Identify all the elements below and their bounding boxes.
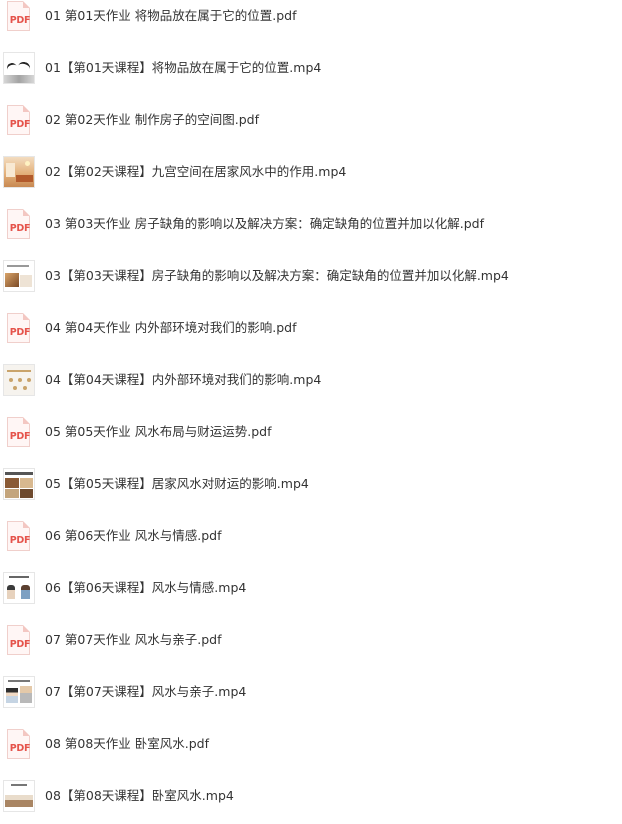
- file-name: 08【第08天课程】卧室风水.mp4: [45, 788, 234, 803]
- pdf-file-icon: PDF: [3, 520, 35, 552]
- video-thumbnail-icon: [3, 572, 35, 604]
- file-row-pdf-08[interactable]: PDF 08 第08天作业 卧室风水.pdf: [0, 718, 622, 770]
- file-row-pdf-04[interactable]: PDF 04 第04天作业 内外部环境对我们的影响.pdf: [0, 302, 622, 354]
- file-name: 05【第05天课程】居家风水对财运的影响.mp4: [45, 476, 309, 491]
- file-name: 05 第05天作业 风水布局与财运运势.pdf: [45, 424, 272, 439]
- file-name: 01【第01天课程】将物品放在属于它的位置.mp4: [45, 60, 322, 75]
- file-name: 04 第04天作业 内外部环境对我们的影响.pdf: [45, 320, 297, 335]
- file-row-mp4-07[interactable]: 07【第07天课程】风水与亲子.mp4: [0, 666, 622, 718]
- pdf-file-icon: PDF: [3, 728, 35, 760]
- file-row-mp4-06[interactable]: 06【第06天课程】风水与情感.mp4: [0, 562, 622, 614]
- video-thumbnail-icon: [3, 676, 35, 708]
- file-name: 01 第01天作业 将物品放在属于它的位置.pdf: [45, 8, 297, 23]
- pdf-file-icon: PDF: [3, 208, 35, 240]
- file-name: 03 第03天作业 房子缺角的影响以及解决方案：确定缺角的位置并加以化解.pdf: [45, 216, 485, 231]
- video-thumbnail-icon: [3, 156, 35, 188]
- file-row-pdf-06[interactable]: PDF 06 第06天作业 风水与情感.pdf: [0, 510, 622, 562]
- file-name: 07【第07天课程】风水与亲子.mp4: [45, 684, 247, 699]
- file-name: 06【第06天课程】风水与情感.mp4: [45, 580, 247, 595]
- file-name: 06 第06天作业 风水与情感.pdf: [45, 528, 222, 543]
- video-thumbnail-icon: [3, 260, 35, 292]
- file-row-mp4-02[interactable]: 02【第02天课程】九宫空间在居家风水中的作用.mp4: [0, 146, 622, 198]
- file-name: 02 第02天作业 制作房子的空间图.pdf: [45, 112, 260, 127]
- file-row-mp4-03[interactable]: 03【第03天课程】房子缺角的影响以及解决方案：确定缺角的位置并加以化解.mp4: [0, 250, 622, 302]
- file-name: 08 第08天作业 卧室风水.pdf: [45, 736, 210, 751]
- file-row-pdf-05[interactable]: PDF 05 第05天作业 风水布局与财运运势.pdf: [0, 406, 622, 458]
- file-row-pdf-03[interactable]: PDF 03 第03天作业 房子缺角的影响以及解决方案：确定缺角的位置并加以化解…: [0, 198, 622, 250]
- video-thumbnail-icon: [3, 364, 35, 396]
- pdf-file-icon: PDF: [3, 624, 35, 656]
- file-name: 04【第04天课程】内外部环境对我们的影响.mp4: [45, 372, 322, 387]
- file-name: 07 第07天作业 风水与亲子.pdf: [45, 632, 222, 647]
- file-row-pdf-02[interactable]: PDF 02 第02天作业 制作房子的空间图.pdf: [0, 94, 622, 146]
- video-thumbnail-icon: [3, 468, 35, 500]
- file-row-mp4-04[interactable]: 04【第04天课程】内外部环境对我们的影响.mp4: [0, 354, 622, 406]
- file-list: PDF 01 第01天作业 将物品放在属于它的位置.pdf 01【第01天课程】…: [0, 0, 622, 824]
- file-row-pdf-07[interactable]: PDF 07 第07天作业 风水与亲子.pdf: [0, 614, 622, 666]
- pdf-file-icon: PDF: [3, 416, 35, 448]
- file-row-mp4-01[interactable]: 01【第01天课程】将物品放在属于它的位置.mp4: [0, 42, 622, 94]
- file-name: 02【第02天课程】九宫空间在居家风水中的作用.mp4: [45, 164, 347, 179]
- pdf-file-icon: PDF: [3, 0, 35, 32]
- file-row-pdf-01[interactable]: PDF 01 第01天作业 将物品放在属于它的位置.pdf: [0, 0, 622, 42]
- pdf-file-icon: PDF: [3, 312, 35, 344]
- pdf-file-icon: PDF: [3, 104, 35, 136]
- video-thumbnail-icon: [3, 52, 35, 84]
- file-name: 03【第03天课程】房子缺角的影响以及解决方案：确定缺角的位置并加以化解.mp4: [45, 268, 509, 283]
- file-row-mp4-05[interactable]: 05【第05天课程】居家风水对财运的影响.mp4: [0, 458, 622, 510]
- video-thumbnail-icon: [3, 780, 35, 812]
- file-row-mp4-08[interactable]: 08【第08天课程】卧室风水.mp4: [0, 770, 622, 822]
